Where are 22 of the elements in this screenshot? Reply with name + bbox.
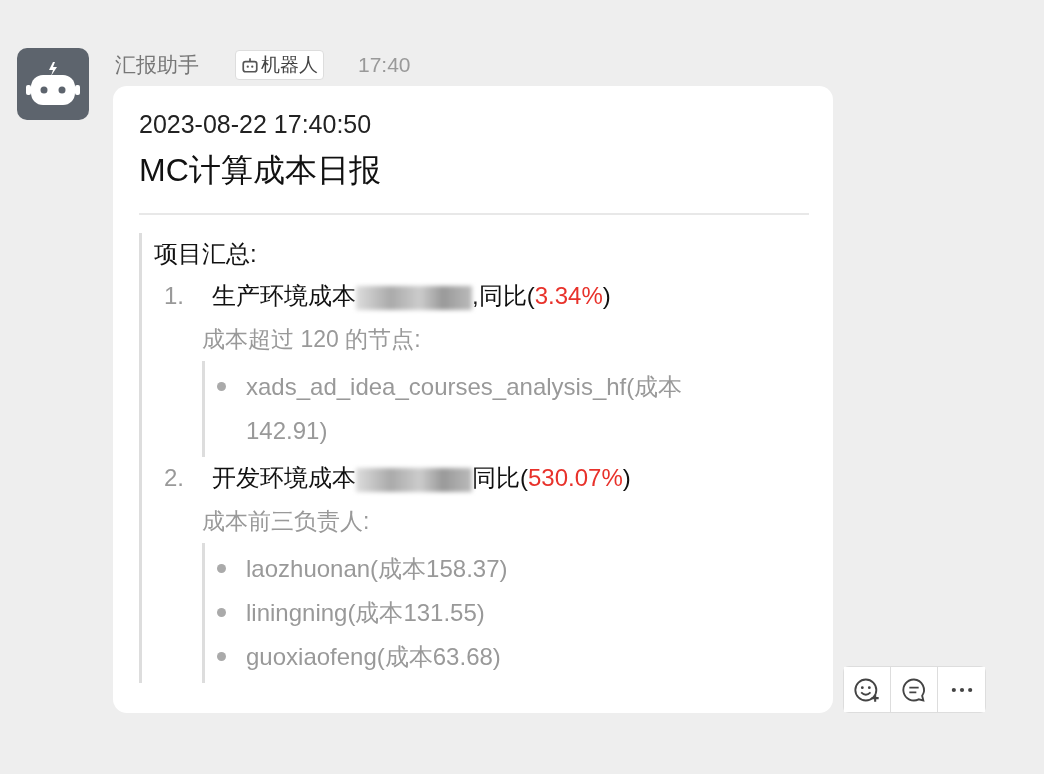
report-timestamp: 2023-08-22 17:40:50 xyxy=(139,110,373,139)
bullet-text: liningning(成本131.55) xyxy=(246,598,485,628)
message-time: 17:40 xyxy=(358,53,411,77)
robot-badge: 机器人 xyxy=(235,50,324,80)
robot-avatar-icon[interactable] xyxy=(17,48,89,120)
item-note: 成本前三负责人: xyxy=(202,507,371,536)
bullet-icon xyxy=(217,608,226,617)
bullet-text: laozhuonan(成本158.37) xyxy=(246,554,508,584)
item-heading: 开发环境成本 同比(530.07%) xyxy=(212,463,631,494)
list-number: 2. xyxy=(163,463,185,493)
section-title: 项目汇总: xyxy=(154,239,258,269)
sender-name: 汇报助手 xyxy=(115,52,199,78)
report-title: MC计算成本日报 xyxy=(139,151,382,190)
bullet-icon xyxy=(217,652,226,661)
emoji-add-icon[interactable] xyxy=(844,667,891,712)
bullet-text: xads_ad_idea_courses_analysis_hf(成本 142.91) xyxy=(246,372,684,446)
list-number: 1. xyxy=(163,281,185,311)
bullet-icon xyxy=(217,382,226,391)
bullet-text: guoxiaofeng(成本63.68) xyxy=(246,642,501,672)
bullet-icon xyxy=(217,564,226,573)
item-note: 成本超过 120 的节点: xyxy=(202,325,422,354)
item-heading: 生产环境成本 ,同比(3.34%) xyxy=(212,281,611,312)
